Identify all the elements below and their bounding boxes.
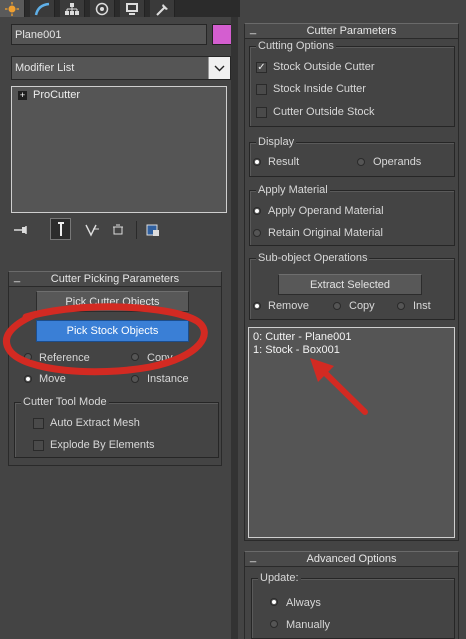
configure-sets-icon[interactable] (143, 221, 163, 239)
object-name-text: Plane001 (15, 28, 62, 41)
inst-label: Inst (413, 300, 431, 312)
extract-selected-button[interactable]: Extract Selected (278, 274, 422, 295)
cutter-outside-checkbox[interactable] (256, 107, 267, 118)
manually-label: Manually (286, 619, 331, 631)
stock-inside-checkbox[interactable] (256, 84, 267, 95)
collapse-icon[interactable]: _ (250, 22, 256, 36)
rollout-title: Cutter Parameters (306, 25, 397, 37)
object-name-field[interactable]: Plane001 (11, 24, 207, 45)
tab-hierarchy[interactable] (60, 0, 85, 17)
display-monitor-icon (126, 2, 138, 15)
tab-motion[interactable] (90, 0, 115, 17)
sun-icon (5, 1, 19, 16)
explode-label: Explode By Elements (50, 439, 155, 451)
tab-display[interactable] (120, 0, 145, 17)
apply-operand-label: Apply Operand Material (268, 205, 384, 217)
modifier-list-label: Modifier List (15, 62, 75, 74)
radio-always[interactable] (270, 598, 278, 606)
remove-modifier-icon[interactable] (108, 221, 128, 239)
pin-stack-icon[interactable] (12, 221, 32, 239)
annotation-arrow (310, 358, 368, 415)
cutter-outside-label: Cutter Outside Stock (273, 106, 375, 118)
collapse-icon[interactable]: _ (250, 550, 256, 564)
motion-icon (95, 2, 109, 15)
make-unique-icon[interactable] (83, 221, 103, 239)
show-end-result-icon[interactable] (50, 218, 71, 240)
stock-inside-label: Stock Inside Cutter (273, 83, 366, 95)
explode-checkbox[interactable] (33, 440, 44, 451)
rollout-title: Cutter Picking Parameters (50, 273, 180, 285)
stack-item-procutter[interactable]: + ProCutter (15, 88, 223, 103)
modifier-list-dropdown[interactable]: Modifier List (11, 56, 231, 80)
group-title: Cutter Tool Mode (21, 396, 109, 408)
radio-manually[interactable] (270, 620, 278, 628)
chevron-down-icon[interactable] (208, 57, 230, 79)
group-title: Update: (258, 572, 301, 584)
hammer-icon (156, 3, 168, 16)
advanced-options-rollout-header[interactable]: _ Advanced Options (244, 551, 459, 567)
collapse-icon[interactable]: _ (14, 270, 20, 284)
result-label: Result (268, 156, 300, 168)
auto-extract-label: Auto Extract Mesh (50, 417, 140, 429)
toolbar-divider (136, 221, 137, 239)
tab-modify[interactable] (30, 0, 55, 17)
stock-outside-label: Stock Outside Cutter (273, 61, 375, 73)
command-panel-tabs (0, 0, 240, 17)
always-label: Always (286, 597, 321, 609)
radio-inst[interactable] (397, 302, 405, 310)
subobj-copy-label: Copy (349, 300, 375, 312)
radio-remove[interactable] (253, 302, 261, 310)
annotation-ellipse (2, 303, 208, 376)
group-title: Display (256, 136, 297, 148)
group-title: Sub-object Operations (256, 252, 370, 264)
radio-apply-operand[interactable] (253, 207, 261, 215)
object-color-swatch[interactable] (212, 24, 232, 45)
group-title: Cutting Options (256, 40, 336, 52)
extract-label: Extract Selected (309, 278, 391, 291)
radio-operands[interactable] (357, 158, 365, 166)
rollout-title: Advanced Options (306, 553, 397, 565)
tab-utilities[interactable] (150, 0, 175, 17)
retain-original-label: Retain Original Material (268, 227, 383, 239)
auto-extract-checkbox[interactable] (33, 418, 44, 429)
cutter-picking-rollout-header[interactable]: _ Cutter Picking Parameters (8, 271, 222, 287)
operands-label: Operands (373, 156, 422, 168)
stack-item-label: ProCutter (33, 89, 81, 101)
cutter-params-rollout-header[interactable]: _ Cutter Parameters (244, 23, 459, 39)
expand-plus-icon[interactable]: + (18, 91, 27, 100)
hierarchy-icon (65, 2, 79, 15)
radio-retain-original[interactable] (253, 229, 261, 237)
stock-outside-checkbox[interactable]: ✓ (256, 62, 267, 73)
remove-label: Remove (268, 300, 309, 312)
group-title: Apply Material (256, 184, 330, 196)
panel-divider (231, 17, 238, 639)
modifier-stack[interactable]: + ProCutter (11, 86, 227, 213)
update-group: Update: (251, 572, 455, 639)
radio-subobj-copy[interactable] (333, 302, 341, 310)
radio-result[interactable] (253, 158, 261, 166)
tab-create[interactable] (0, 0, 25, 17)
list-item[interactable]: 0: Cutter - Plane001 (253, 331, 351, 343)
modify-arc-icon (34, 2, 50, 15)
